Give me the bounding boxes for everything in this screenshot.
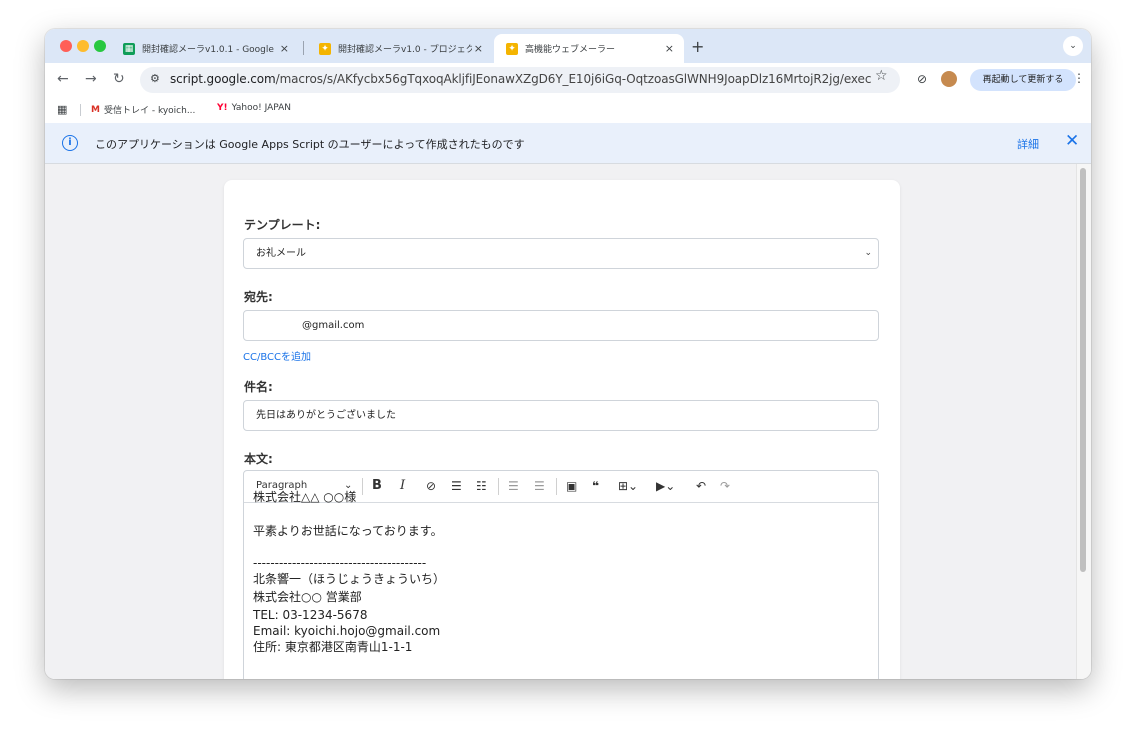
apps-script-infobar: i このアプリケーションは Google Apps Script のユーザーによ… [45, 123, 1091, 164]
tab-title: 高機能ウェブメーラー [525, 45, 616, 55]
bookmark-gmail[interactable]: M 受信トレイ - kyoich... [91, 103, 196, 117]
extension-icon[interactable]: ⊘ [917, 72, 927, 86]
body-line: Email: kyoichi.hojo@gmail.com [253, 624, 441, 638]
chevron-down-icon: ⌄ [864, 248, 872, 258]
italic-icon[interactable]: I [400, 478, 405, 494]
infobar-details-link[interactable]: 詳細 [1017, 136, 1039, 152]
body-line: 北条響一（ほうじょうきょういち） [253, 572, 446, 586]
template-select[interactable]: お礼メール ⌄ [243, 238, 879, 269]
sheets-icon: ▦ [123, 42, 135, 55]
tab-search-icon[interactable]: ⌄ [1063, 36, 1083, 56]
bold-icon[interactable]: B [372, 478, 382, 494]
subject-label: 件名: [244, 380, 273, 394]
close-window-button[interactable] [60, 40, 72, 52]
indent-icon[interactable]: ☰ [534, 478, 545, 494]
address-bar[interactable]: ⚙ script.google.com/macros/s/AKfycbx56gT… [140, 67, 900, 93]
rich-text-editor: Paragraph ⌄ B I ⊘ ☰ ☷ ☰ ☰ ▣ ❝ ⊞⌄ ▶⌄ ↶ ↷ … [243, 470, 879, 679]
zoom-window-button[interactable] [94, 40, 106, 52]
page-content: テンプレート: お礼メール ⌄ 宛先: @gmail.com CC/BCCを追加… [45, 164, 1091, 679]
to-field[interactable]: @gmail.com [243, 310, 879, 341]
tab-strip: ▦ 開封確認メーラv1.0.1 - Google × ✦ 開封確認メーラv1.0… [45, 29, 1091, 63]
minimize-window-button[interactable] [77, 40, 89, 52]
body-line: 住所: 東京都港区南青山1-1-1 [253, 640, 413, 654]
tab-close-icon[interactable]: × [474, 42, 483, 55]
bookmark-divider [80, 104, 81, 116]
outdent-icon[interactable]: ☰ [508, 478, 519, 494]
gmail-icon: M [91, 104, 100, 115]
bookmark-yahoo[interactable]: Y! Yahoo! JAPAN [217, 103, 291, 113]
blockquote-icon[interactable]: ❝ [592, 478, 599, 494]
yahoo-icon: Y! [217, 103, 228, 113]
template-label: テンプレート: [244, 218, 321, 232]
tab-title: 開封確認メーラv1.0 - プロジェク [338, 45, 472, 55]
editor-body[interactable]: 株式会社△△ ○○様 平素よりお世話になっております。 ------------… [253, 490, 445, 675]
reload-icon[interactable]: ↻ [113, 72, 125, 86]
tab-apps-script-project[interactable]: ✦ 開封確認メーラv1.0 - プロジェク × [307, 34, 493, 63]
infobar-message: このアプリケーションは Google Apps Script のユーザーによって… [95, 138, 525, 151]
body-line: TEL: 03-1234-5678 [253, 608, 368, 622]
tab-sheets[interactable]: ▦ 開封確認メーラv1.0.1 - Google × [111, 34, 299, 63]
site-info-icon[interactable]: ⚙ [150, 72, 160, 85]
template-select-value: お礼メール [256, 248, 306, 259]
to-label: 宛先: [244, 290, 273, 304]
insert-image-icon[interactable]: ▣ [566, 478, 577, 494]
bookmarks-bar: ▦ M 受信トレイ - kyoich... Y! Yahoo! JAPAN [45, 97, 1091, 123]
bookmark-label: Yahoo! JAPAN [231, 103, 291, 113]
bookmark-star-icon[interactable]: ☆ [875, 68, 888, 84]
relaunch-update-button[interactable]: 再起動して更新する [970, 69, 1076, 91]
apps-script-icon: ✦ [506, 42, 518, 55]
body-label: 本文: [244, 452, 273, 466]
link-icon[interactable]: ⊘ [426, 478, 436, 494]
toolbar-divider [498, 478, 499, 495]
url-text: script.google.com/macros/s/AKfycbx56gTqx… [170, 72, 872, 86]
toolbar-divider [362, 478, 363, 495]
tab-divider [303, 41, 304, 55]
new-tab-button[interactable]: + [691, 37, 704, 56]
tab-web-mailer[interactable]: ✦ 高機能ウェブメーラー × [494, 34, 684, 63]
body-line: 株式会社○○ 営業部 [253, 590, 362, 604]
apps-script-icon: ✦ [319, 42, 331, 55]
tab-close-icon[interactable]: × [280, 42, 289, 55]
page-scrollbar[interactable] [1076, 164, 1091, 679]
tab-close-icon[interactable]: × [665, 42, 674, 55]
body-line: 平素よりお世話になっております。 [253, 524, 443, 538]
browser-window: ▦ 開封確認メーラv1.0.1 - Google × ✦ 開封確認メーラv1.0… [45, 29, 1091, 679]
undo-icon[interactable]: ↶ [696, 478, 706, 494]
bulleted-list-icon[interactable]: ☰ [451, 478, 462, 494]
add-cc-bcc-link[interactable]: CC/BCCを追加 [243, 348, 311, 363]
toolbar-divider [556, 478, 557, 495]
browser-toolbar: ← → ↻ ⚙ script.google.com/macros/s/AKfyc… [45, 63, 1091, 97]
browser-menu-icon[interactable]: ⋮ [1073, 71, 1085, 85]
profile-avatar[interactable] [941, 71, 957, 87]
back-arrow-icon[interactable]: ← [57, 72, 69, 86]
mail-form-card: テンプレート: お礼メール ⌄ 宛先: @gmail.com CC/BCCを追加… [224, 180, 900, 679]
subject-field[interactable]: 先日はありがとうございました [243, 400, 879, 431]
insert-media-icon[interactable]: ▶⌄ [656, 478, 675, 494]
redo-icon[interactable]: ↷ [720, 478, 730, 494]
scrollbar-thumb[interactable] [1080, 168, 1086, 572]
numbered-list-icon[interactable]: ☷ [476, 478, 487, 494]
bookmark-label: 受信トレイ - kyoich... [103, 106, 196, 116]
infobar-close-icon[interactable]: ✕ [1065, 131, 1079, 151]
body-line: ---------------------------------------- [253, 556, 427, 570]
insert-table-icon[interactable]: ⊞⌄ [618, 478, 638, 494]
body-line: 株式会社△△ ○○様 [253, 490, 357, 504]
apps-grid-icon[interactable]: ▦ [57, 103, 67, 116]
tab-title: 開封確認メーラv1.0.1 - Google [142, 45, 274, 55]
info-icon: i [62, 135, 78, 151]
forward-arrow-icon[interactable]: → [85, 72, 97, 86]
